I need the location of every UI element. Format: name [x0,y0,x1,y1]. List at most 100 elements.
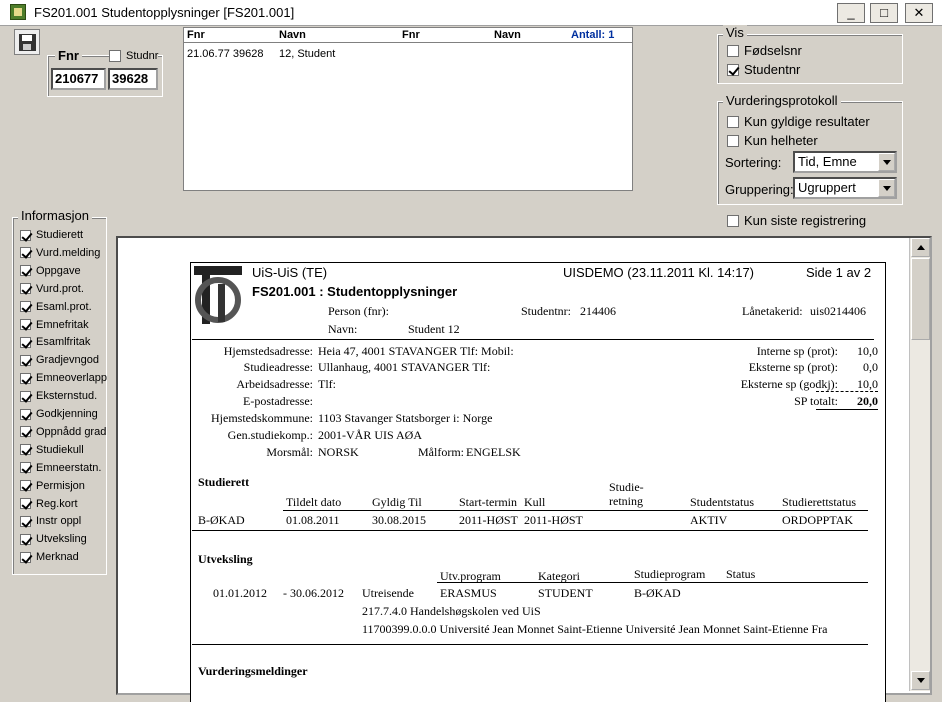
info-checkbox[interactable] [20,229,31,241]
kommune-label: Hjemstedskommune: [211,411,313,425]
col-navn-2[interactable]: Navn [494,29,521,41]
info-checkbox[interactable] [20,426,31,438]
info-option-label: Reg.kort [36,497,78,510]
info-option-studierett[interactable]: Studierett [20,229,83,241]
fnr-input[interactable]: 210677 [51,68,106,90]
scroll-thumb[interactable] [911,258,930,340]
sp-total-underline [816,409,878,410]
kun-helheter-checkbox[interactable] [727,134,739,147]
scroll-down-icon[interactable] [911,671,930,690]
info-option-permisjon[interactable]: Permisjon [20,480,85,492]
info-option-label: Eksternstud. [36,390,98,403]
info-option-instr-oppl[interactable]: Instr oppl [20,515,81,527]
info-checkbox[interactable] [20,408,31,420]
info-option-label: Instr oppl [36,515,82,528]
result-row[interactable]: 21.06.77 39628 12, Student [184,47,632,62]
fnr-legend: Fnr [55,48,82,63]
studentnr-checkbox[interactable] [727,63,739,76]
utveksling-studieprogram: B-ØKAD [634,586,681,600]
results-header: Fnr Navn Fnr Navn Antall: 1 [184,28,632,43]
info-option-studiekull[interactable]: Studiekull [20,444,84,456]
info-checkbox[interactable] [20,354,31,366]
info-option-utveksling[interactable]: Utveksling [20,533,87,545]
hjemsted-value: Heia 47, 4001 STAVANGER Tlf: Mobil: [318,344,514,358]
chevron-down-icon[interactable] [878,153,895,171]
col-retning-2: retning [609,494,643,508]
studierett-program: B-ØKAD [198,513,245,527]
result-navn: 12, Student [279,48,336,60]
info-checkbox[interactable] [20,390,31,402]
kun-gyldige-option[interactable]: Kun gyldige resultater [727,113,870,129]
info-option-reg-kort[interactable]: Reg.kort [20,498,78,510]
info-option-label: Utveksling [36,533,87,546]
col-fnr-2[interactable]: Fnr [402,29,420,41]
info-option-esamlfritak[interactable]: Esamlfritak [20,336,90,348]
chevron-down-icon[interactable] [878,179,895,197]
info-checkbox[interactable] [20,462,31,474]
sp-total-label: SP totalt: [794,394,838,408]
info-checkbox[interactable] [20,336,31,348]
info-checkbox[interactable] [20,319,31,331]
kun-siste-option[interactable]: Kun siste registrering [727,212,866,228]
info-checkbox[interactable] [20,515,31,527]
col-navn[interactable]: Navn [279,29,306,41]
col-utv-status: Status [726,567,756,581]
info-checkbox[interactable] [20,498,31,510]
studierett-kull: 2011-HØST [524,513,583,527]
minimize-button[interactable]: _ [837,3,865,23]
col-studentstatus: Studentstatus [690,495,755,509]
info-option-oppgave[interactable]: Oppgave [20,265,81,277]
info-checkbox[interactable] [20,265,31,277]
fodselsnr-option[interactable]: Fødselsnr [727,42,802,58]
result-fnr: 21.06.77 39628 [187,48,264,60]
info-option-vurd-prot[interactable]: Vurd.prot. [20,283,84,295]
utveksling-inst-1: 217.7.4.0 Handelshøgskolen ved UiS [362,604,541,618]
vurdering-heading: Vurderingsmeldinger [198,664,308,678]
info-checkbox[interactable] [20,247,31,259]
info-option-gradjevngod[interactable]: Gradjevngod [20,354,99,366]
info-checkbox[interactable] [20,372,31,384]
genstudie-value: 2001-VÅR UIS AØA [318,428,423,442]
scroll-up-icon[interactable] [911,238,930,257]
info-checkbox[interactable] [20,480,31,492]
sortering-select[interactable]: Tid, Emne [793,151,897,173]
info-option-label: Emneoverlapp [36,372,107,385]
save-button[interactable] [14,29,40,55]
info-checkbox[interactable] [20,444,31,456]
report-title: FS201.001 : Studentopplysninger [252,284,458,299]
info-option-esaml-prot[interactable]: Esaml.prot. [20,301,92,313]
col-start: Start-termin [459,495,517,509]
window-title: FS201.001 Studentopplysninger [FS201.001… [34,5,295,20]
info-option-eksternstud[interactable]: Eksternstud. [20,390,97,402]
info-checkbox[interactable] [20,301,31,313]
report-scrollbar[interactable] [909,238,930,691]
info-option-emnefritak[interactable]: Emnefritak [20,319,89,331]
info-option-emneoverlapp[interactable]: Emneoverlapp [20,372,107,384]
gruppering-value: Ugruppert [798,180,856,195]
maximize-button[interactable]: □ [870,3,898,23]
studnr-input[interactable]: 39628 [108,68,158,90]
col-fnr[interactable]: Fnr [187,29,205,41]
info-option-emneerstatn[interactable]: Emneerstatn. [20,462,101,474]
info-checkbox[interactable] [20,283,31,295]
info-checkbox[interactable] [20,533,31,545]
kun-gyldige-checkbox[interactable] [727,115,739,128]
divider [192,530,868,531]
info-option-label: Vurd.prot. [36,282,84,295]
kun-helheter-option[interactable]: Kun helheter [727,132,818,148]
studnr-checkbox[interactable] [109,50,121,63]
report-system: UISDEMO (23.11.2011 Kl. 14:17) [563,265,755,280]
info-option-merknad[interactable]: Merknad [20,551,79,563]
info-option-godkjenning[interactable]: Godkjenning [20,408,98,420]
studnr-toggle[interactable]: Studnr [109,50,159,63]
info-option-oppnådd-grad[interactable]: Oppnådd grad [20,426,106,438]
studentnr-option[interactable]: Studentnr [727,61,800,77]
kun-siste-checkbox[interactable] [727,214,739,227]
close-button[interactable]: ✕ [905,3,933,23]
results-list[interactable]: Fnr Navn Fnr Navn Antall: 1 21.06.77 396… [183,27,633,191]
info-option-vurd-melding[interactable]: Vurd.melding [20,247,100,259]
info-option-label: Emnefritak [36,318,89,331]
gruppering-select[interactable]: Ugruppert [793,177,897,199]
info-checkbox[interactable] [20,551,31,563]
fodselsnr-checkbox[interactable] [727,44,739,57]
